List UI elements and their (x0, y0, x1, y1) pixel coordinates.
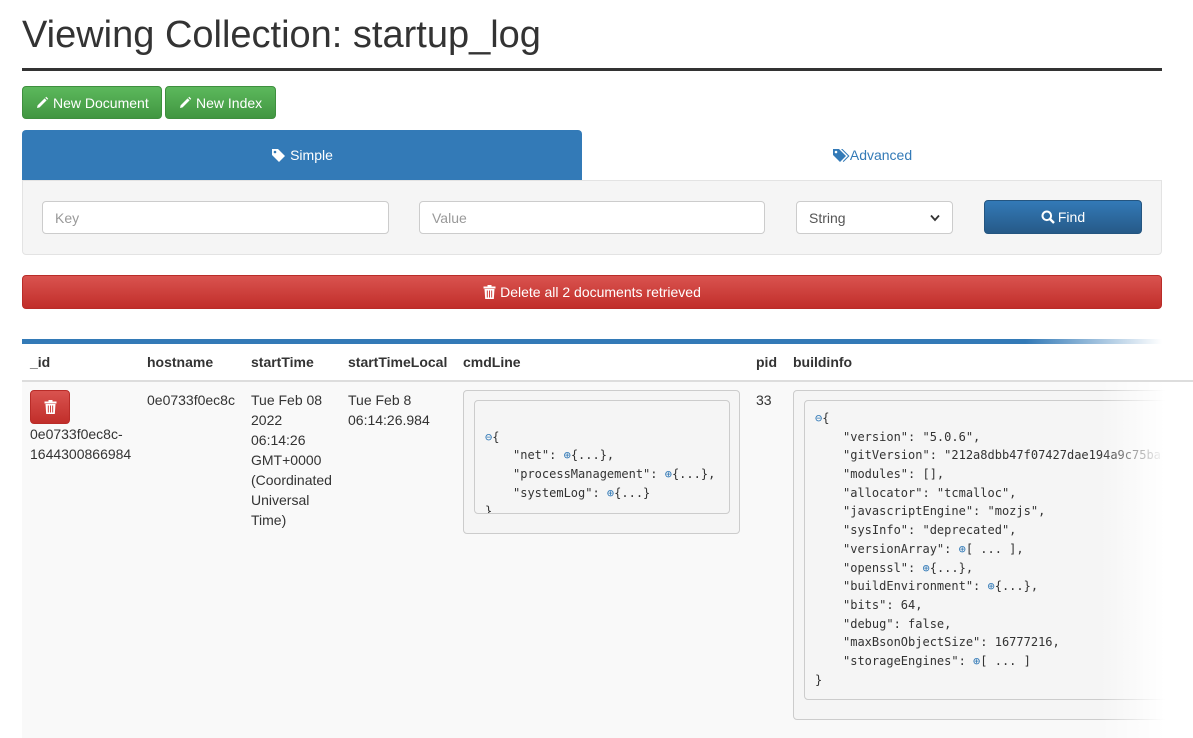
json-value: [], (922, 467, 945, 482)
starttimelocal-cell: Tue Feb 8 06:14:26.984 (348, 390, 430, 430)
tab-advanced[interactable]: Advanced (582, 130, 1162, 180)
document-id-part: 1644300866984 (30, 446, 132, 462)
find-button[interactable]: Find (984, 200, 1142, 234)
column-header-buildinfo[interactable]: buildinfo (793, 354, 852, 370)
starttime-line: 06:14:26 (251, 432, 306, 448)
document-id-part: 0e0733f0ec8c- (30, 426, 123, 442)
new-document-label: New Document (53, 94, 149, 111)
type-select[interactable]: String (796, 201, 953, 234)
json-value: 64, (900, 597, 923, 612)
new-document-button[interactable]: New Document (22, 86, 162, 119)
starttime-cell: Tue Feb 08 2022 06:14:26 GMT+0000 (Coord… (251, 390, 332, 530)
starttime-line: Time) (251, 512, 287, 528)
json-value: "tcmalloc", (936, 485, 1017, 500)
column-header-starttimelocal[interactable]: startTimeLocal (348, 354, 447, 370)
expand-toggle-icon[interactable]: ⊕ (922, 561, 929, 575)
json-property: "processManagement": ⊕{...}, (485, 465, 719, 484)
table-top-border (22, 339, 1162, 344)
json-value: "5.0.6", (922, 429, 981, 444)
document-id-link[interactable]: 0e0733f0ec8c- 1644300866984 (30, 424, 131, 464)
expand-toggle-icon[interactable]: ⊕ (959, 542, 966, 556)
json-key: "processManagement": (513, 467, 665, 482)
json-property: "systemLog": ⊕{...} (485, 484, 719, 503)
json-value: false, (908, 616, 952, 631)
chevron-down-icon (930, 214, 940, 221)
json-key: "allocator": (843, 485, 937, 500)
starttime-line: (Coordinated (251, 472, 332, 488)
starttimelocal-line: 06:14:26.984 (348, 412, 430, 428)
trash-icon (483, 285, 496, 299)
starttime-line: 2022 (251, 412, 283, 428)
expand-toggle-icon[interactable]: ⊕ (665, 467, 672, 481)
json-key: "version": (843, 429, 923, 444)
tags-icon (832, 148, 850, 162)
starttimelocal-line: Tue Feb 8 (348, 392, 412, 408)
json-value: [ ... ], (965, 541, 1024, 556)
json-value: {...}, (994, 579, 1039, 594)
trash-icon (44, 400, 56, 414)
json-value: {...}, (671, 467, 716, 482)
json-key: "bits": (843, 597, 901, 612)
json-key: "gitVersion": (843, 448, 945, 463)
tab-simple[interactable]: Simple (22, 130, 582, 180)
column-header-hostname[interactable]: hostname (147, 354, 213, 370)
page-title: Viewing Collection: startup_log (22, 14, 541, 56)
pencil-icon (37, 96, 49, 108)
key-input[interactable] (42, 201, 389, 234)
delete-document-button[interactable] (30, 390, 70, 424)
tag-icon (272, 148, 286, 162)
hostname-cell: 0e0733f0ec8c (147, 392, 235, 408)
scroll-fade-overlay (1100, 382, 1193, 738)
json-key: "debug": (843, 616, 909, 631)
tab-advanced-label: Advanced (849, 147, 913, 163)
json-key: "javascriptEngine": (843, 504, 988, 519)
json-brace: { (822, 411, 830, 425)
expand-toggle-icon[interactable]: ⊕ (564, 448, 571, 462)
json-key: "maxBsonObjectSize": (843, 635, 995, 650)
new-index-label: New Index (196, 94, 263, 111)
json-value: {...}, (929, 560, 974, 575)
starttime-line: GMT+0000 (251, 452, 322, 468)
json-brace: { (492, 429, 500, 444)
json-key: "sysInfo": (843, 523, 923, 538)
column-header-starttime[interactable]: startTime (251, 354, 314, 370)
json-key: "modules": (843, 467, 923, 482)
json-brace: } (485, 504, 493, 514)
json-key: "storageEngines": (843, 653, 974, 668)
starttime-line: Tue Feb 08 (251, 392, 323, 408)
search-icon (1041, 210, 1055, 224)
value-input[interactable] (419, 201, 765, 234)
title-divider (22, 68, 1162, 71)
column-header-cmdline[interactable]: cmdLine (463, 354, 521, 370)
column-header-id[interactable]: _id (30, 354, 50, 370)
delete-all-label: Delete all 2 documents retrieved (500, 284, 701, 300)
json-value: "deprecated", (922, 523, 1017, 538)
pencil-icon (180, 96, 192, 108)
json-value: {...} (614, 485, 651, 500)
pid-cell: 33 (756, 392, 772, 408)
column-header-pid[interactable]: pid (756, 354, 777, 370)
delete-all-button[interactable]: Delete all 2 documents retrieved (22, 275, 1162, 309)
new-index-button[interactable]: New Index (165, 86, 276, 119)
find-label: Find (1057, 209, 1086, 225)
json-key: "versionArray": (843, 541, 959, 556)
json-property: "net": ⊕{...}, (485, 446, 719, 465)
json-key: "net": (513, 448, 564, 463)
json-value: {...}, (570, 448, 615, 463)
json-key: "buildEnvironment": (843, 579, 988, 594)
json-value: 16777216, (994, 635, 1060, 650)
starttime-line: Universal (251, 492, 310, 508)
cmdline-json-viewer: ⊖{"net": ⊕{...}, "processManagement": ⊕{.… (474, 400, 730, 514)
type-select-value: String (809, 209, 846, 226)
tab-simple-label: Simple (290, 147, 333, 163)
json-key: "systemLog": (513, 485, 607, 500)
json-key: "openssl": (843, 560, 923, 575)
json-value: "mozjs", (987, 504, 1046, 519)
json-brace: } (815, 672, 823, 687)
expand-toggle-icon[interactable]: ⊕ (988, 579, 995, 593)
json-value: [ ... ] (980, 653, 1031, 668)
